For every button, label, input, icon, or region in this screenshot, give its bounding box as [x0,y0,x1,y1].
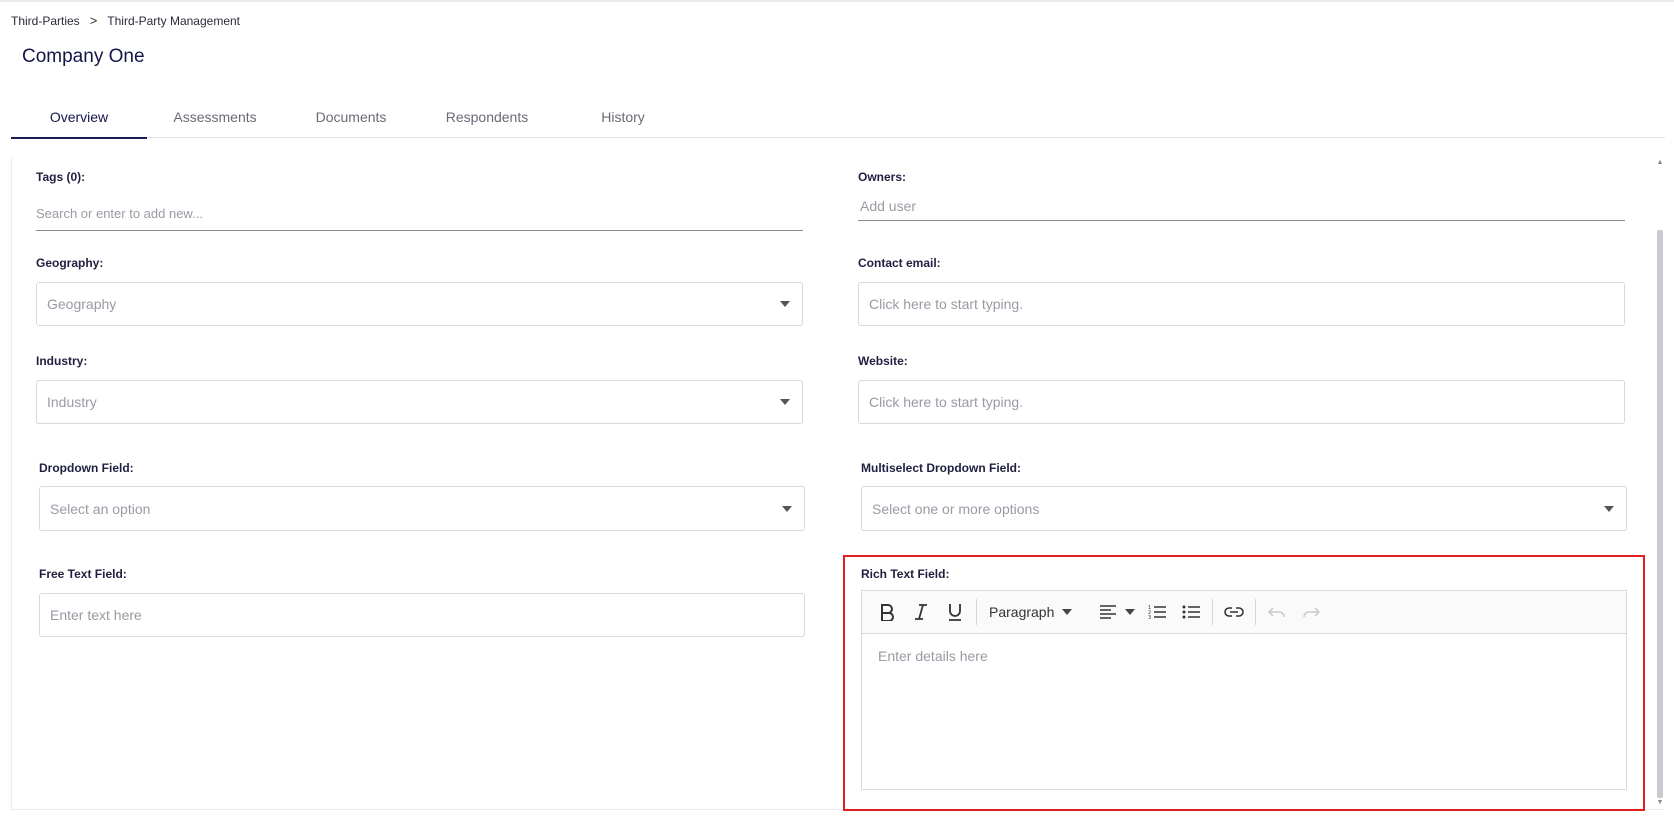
scrollbar[interactable]: ▲ ▼ [1655,158,1665,810]
redo-icon [1303,607,1321,618]
paragraph-format-label: Paragraph [989,604,1055,620]
svg-text:3: 3 [1148,615,1151,620]
rich-text-field-label: Rich Text Field: [861,567,950,581]
redo-button[interactable] [1294,597,1328,627]
undo-button[interactable] [1260,597,1294,627]
rich-text-editor: Paragraph 123 Enter details here [861,590,1627,790]
caret-down-icon [780,301,790,307]
toolbar-separator [1255,599,1257,625]
undo-icon [1268,607,1286,618]
contact-email-label: Contact email: [858,256,941,270]
caret-down-icon [1125,609,1136,615]
free-text-field-input[interactable]: Enter text here [39,593,805,637]
geography-label: Geography: [36,256,104,270]
italic-icon [915,604,927,620]
scroll-up-icon[interactable]: ▲ [1655,158,1665,168]
caret-down-icon [1604,505,1614,512]
industry-select[interactable]: Industry [36,380,803,424]
multiselect-field-placeholder: Select one or more options [872,500,1040,517]
geography-placeholder: Geography [47,296,117,312]
bullet-list-icon [1182,605,1201,619]
toolbar-separator [976,599,977,625]
dropdown-field-select[interactable]: Select an option [39,486,805,531]
chevron-right-icon: > [89,13,98,28]
bold-button[interactable] [870,597,904,627]
tab-documents[interactable]: Documents [283,96,419,138]
tab-bar: Overview Assessments Documents Responden… [11,96,1665,139]
caret-down-icon [782,505,792,512]
scrollbar-thumb[interactable] [1657,230,1663,798]
numbered-list-button[interactable]: 123 [1140,597,1174,627]
breadcrumb-item-third-parties[interactable]: Third-Parties [11,14,80,28]
rich-text-body[interactable]: Enter details here [862,634,1626,678]
page-title: Company One [22,46,145,67]
top-border [0,0,1674,2]
italic-button[interactable] [904,597,938,627]
contact-email-input[interactable]: Click here to start typing. [858,282,1625,326]
paragraph-format-dropdown[interactable]: Paragraph [981,597,1080,627]
owners-label: Owners: [858,170,907,184]
link-icon [1224,607,1245,617]
tab-history[interactable]: History [555,96,691,138]
breadcrumb-item-third-party-management: Third-Party Management [107,13,241,28]
rich-text-toolbar: Paragraph 123 [862,591,1626,634]
scroll-down-icon[interactable]: ▼ [1655,798,1665,808]
tab-respondents[interactable]: Respondents [419,96,555,138]
tags-input[interactable]: Search or enter to add new... [36,196,803,231]
link-button[interactable] [1217,597,1251,627]
numbered-list-icon: 123 [1148,605,1167,620]
underline-icon [949,604,961,621]
owners-input[interactable]: Add user [858,191,1625,221]
tab-overview[interactable]: Overview [11,96,147,139]
tab-assessments[interactable]: Assessments [147,96,283,138]
caret-down-icon [1062,609,1073,615]
toolbar-separator [1212,599,1214,625]
tags-label: Tags (0): [36,170,86,184]
industry-label: Industry: [36,354,88,368]
bullet-list-button[interactable] [1174,597,1208,627]
bold-icon [881,604,894,621]
align-dropdown[interactable] [1094,597,1140,627]
breadcrumb: Third-Parties > Third-Party Management [11,13,240,28]
multiselect-field-select[interactable]: Select one or more options [861,486,1627,531]
align-left-icon [1100,605,1117,619]
industry-placeholder: Industry [47,394,97,410]
geography-select[interactable]: Geography [36,282,803,326]
caret-down-icon [780,399,790,405]
website-input[interactable]: Click here to start typing. [858,380,1625,424]
free-text-field-label: Free Text Field: [39,567,127,581]
multiselect-field-label: Multiselect Dropdown Field: [861,461,1022,475]
dropdown-field-label: Dropdown Field: [39,461,134,475]
underline-button[interactable] [938,597,972,627]
website-label: Website: [858,354,908,368]
dropdown-field-placeholder: Select an option [50,500,151,517]
